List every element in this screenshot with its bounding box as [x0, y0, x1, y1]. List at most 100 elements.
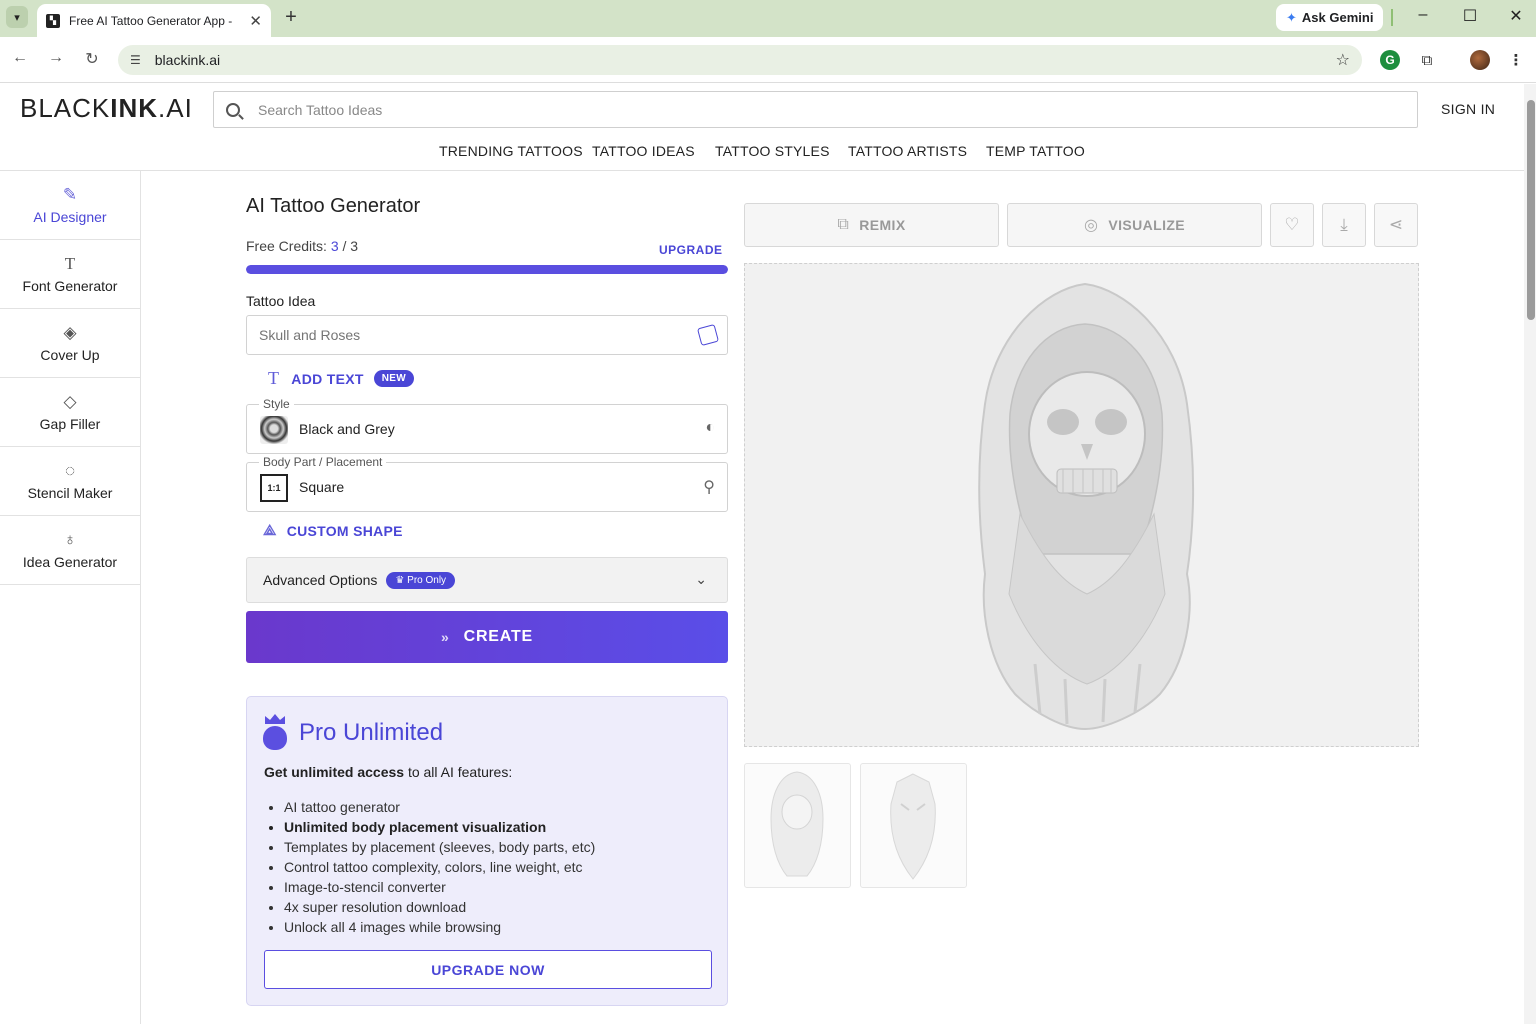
nav-tattoo-ideas[interactable]: TATTOO IDEAS	[592, 143, 695, 159]
tattoo-idea-label: Tattoo Idea	[246, 293, 316, 309]
ask-gemini-button[interactable]: ✦ Ask Gemini	[1276, 4, 1384, 31]
gemini-sparkle-icon: ✦	[1286, 9, 1297, 25]
logo-light-text: BLACK	[20, 93, 111, 123]
credits-label: Free Credits:	[246, 238, 327, 254]
sign-in-link[interactable]: SIGN IN	[1441, 101, 1495, 117]
tattoo-search-bar	[213, 91, 1418, 128]
sidebar-item-ai-designer[interactable]: ✎ AI Designer	[0, 171, 140, 240]
sidebar-item-font-generator[interactable]: T Font Generator	[0, 240, 140, 309]
logo-suffix-text: .AI	[158, 93, 193, 123]
address-bar[interactable]: ☰ blackink.ai ☆	[118, 45, 1362, 75]
browser-menu-icon[interactable]: ⋮	[1506, 50, 1526, 70]
list-item: Control tattoo complexity, colors, line …	[284, 857, 595, 877]
tattoo-idea-input[interactable]	[259, 327, 679, 343]
list-item: Templates by placement (sleeves, body pa…	[284, 837, 595, 857]
sidebar-item-stencil-maker[interactable]: ◌ Stencil Maker	[0, 447, 140, 516]
paint-bucket-icon: ◇	[63, 392, 77, 411]
advanced-options-label: Advanced Options	[263, 572, 378, 588]
palette-icon: ◐	[705, 419, 715, 436]
placement-value: Square	[299, 479, 345, 495]
share-icon[interactable]: ⋖	[1374, 203, 1418, 247]
nav-tattoo-styles[interactable]: TATTOO STYLES	[715, 143, 830, 159]
new-badge: NEW	[373, 370, 414, 387]
sidebar-item-label: AI Designer	[33, 209, 107, 225]
custom-shape-button[interactable]: ⟁ CUSTOM SHAPE	[263, 522, 403, 539]
sidebar-item-gap-filler[interactable]: ◇ Gap Filler	[0, 378, 140, 447]
minimize-icon[interactable]: –	[1411, 6, 1435, 24]
style-select[interactable]: Style Black and Grey ◐	[246, 397, 728, 454]
window-close-icon[interactable]: ✕	[1504, 6, 1528, 26]
tab-search-icon[interactable]: ▾	[6, 6, 28, 28]
list-item: Unlimited body placement visualization	[284, 817, 595, 837]
placement-select[interactable]: Body Part / Placement 1:1 Square ⚲	[246, 455, 728, 512]
sidebar-item-label: Gap Filler	[39, 416, 101, 432]
sidebar-item-idea-generator[interactable]: ♁ Idea Generator	[0, 516, 140, 585]
pro-lead-bold: Get unlimited access	[264, 764, 405, 780]
random-idea-dice-icon[interactable]	[696, 323, 720, 347]
site-favicon-icon: ▚	[46, 13, 60, 28]
nav-trending-tattoos[interactable]: TRENDING TATTOOS	[439, 143, 583, 159]
add-text-button[interactable]: T ADD TEXT NEW	[268, 368, 414, 389]
placement-caption: Body Part / Placement	[259, 455, 387, 469]
tab-close-icon[interactable]: ✕	[249, 12, 262, 30]
list-item: Unlock all 4 images while browsing	[284, 917, 595, 937]
visualize-label: VISUALIZE	[1108, 217, 1186, 233]
nav-tattoo-artists[interactable]: TATTOO ARTISTS	[848, 143, 967, 159]
page-title: AI Tattoo Generator	[246, 195, 421, 217]
visualize-button[interactable]: ◎ VISUALIZE	[1007, 203, 1262, 247]
back-arrow-icon[interactable]: ←	[8, 49, 32, 67]
hooded-skull-tattoo-image	[978, 282, 1195, 731]
advanced-options-toggle[interactable]: Advanced Options ♛ Pro Only ⌄	[246, 557, 728, 603]
grammarly-extension-icon[interactable]: G	[1380, 50, 1400, 70]
browser-tab-strip: ▾ ▚ Free AI Tattoo Generator App - ✕ + ✦…	[0, 0, 1536, 37]
list-item: AI tattoo generator	[284, 797, 595, 817]
browser-tab[interactable]: ▚ Free AI Tattoo Generator App - ✕	[37, 4, 271, 37]
pro-only-badge: ♛ Pro Only	[386, 571, 456, 589]
create-button[interactable]: » CREATE	[246, 611, 728, 663]
upgrade-now-button[interactable]: UPGRADE NOW	[264, 950, 712, 989]
text-icon: T	[268, 368, 280, 388]
credits-used: 3	[330, 238, 339, 254]
create-label: CREATE	[463, 628, 533, 645]
skull-thumbnail-image	[770, 771, 824, 877]
profile-avatar[interactable]	[1470, 50, 1490, 70]
wolf-thumbnail-image	[890, 773, 936, 880]
nav-temp-tattoo[interactable]: TEMP TATTOO	[986, 143, 1085, 159]
sidebar-item-label: Font Generator	[22, 278, 118, 294]
shape-icon: ⟁	[263, 522, 277, 539]
forward-arrow-icon[interactable]: →	[44, 49, 68, 67]
tattoo-idea-field	[246, 315, 728, 355]
download-icon[interactable]: ⤓	[1322, 203, 1366, 247]
scrollbar-thumb[interactable]	[1527, 100, 1535, 320]
tattoo-preview-canvas[interactable]	[744, 263, 1419, 747]
reload-icon[interactable]: ↻	[80, 49, 104, 69]
upgrade-link[interactable]: UPGRADE	[659, 243, 723, 257]
site-info-icon[interactable]: ☰	[130, 53, 141, 67]
layers-icon: ◈	[63, 323, 77, 342]
credits-separator: /	[342, 238, 347, 254]
heart-icon[interactable]: ♡	[1270, 203, 1314, 247]
list-item: 4x super resolution download	[284, 897, 595, 917]
new-tab-icon[interactable]: +	[280, 6, 302, 29]
remix-icon: ⧉	[837, 216, 850, 233]
sidebar-item-label: Stencil Maker	[27, 485, 113, 501]
sidebar-item-label: Cover Up	[40, 347, 100, 363]
body-figure-icon: ⚲	[703, 479, 715, 496]
pro-unlimited-card: Pro Unlimited Get unlimited access to al…	[246, 696, 728, 1006]
pro-feature-list: AI tattoo generator Unlimited body place…	[284, 797, 595, 937]
credits-progress-bar	[246, 265, 728, 274]
dashed-circle-icon: ◌	[64, 461, 76, 480]
extensions-puzzle-icon[interactable]: ⧉	[1417, 50, 1437, 70]
thumbnail-wolf[interactable]	[860, 763, 967, 888]
style-caption: Style	[259, 397, 294, 411]
main-navigation: TRENDING TATTOOS TATTOO IDEAS TATTOO STY…	[0, 140, 1536, 171]
thumbnail-skull[interactable]	[744, 763, 851, 888]
blackink-logo[interactable]: BLACKINK.AI	[20, 93, 193, 124]
style-value: Black and Grey	[299, 421, 395, 437]
sidebar-item-cover-up[interactable]: ◈ Cover Up	[0, 309, 140, 378]
search-input[interactable]	[258, 101, 1158, 118]
bookmark-star-icon[interactable]: ☆	[1336, 50, 1350, 70]
maximize-icon[interactable]: ☐	[1458, 6, 1482, 26]
square-ratio-icon: 1:1	[260, 474, 288, 502]
remix-button[interactable]: ⧉ REMIX	[744, 203, 999, 247]
